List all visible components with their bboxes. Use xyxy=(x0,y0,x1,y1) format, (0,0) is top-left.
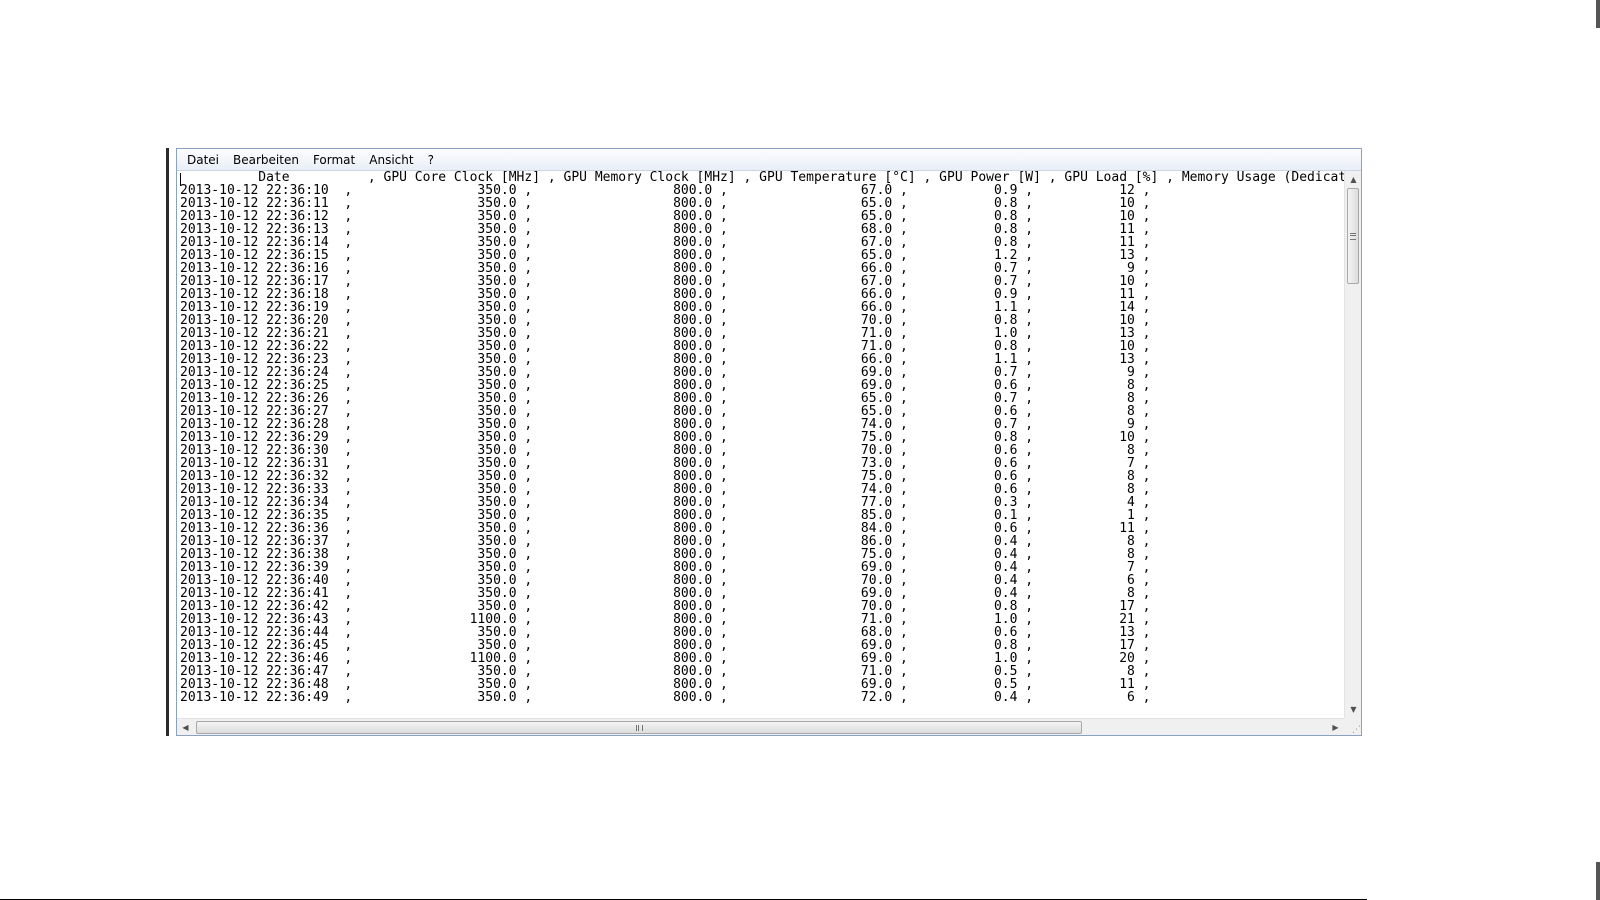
resize-grip-icon[interactable]: ⋰ xyxy=(1344,718,1361,735)
data-row: 2013-10-12 22:36:49 , 350.0 , 800.0 , 72… xyxy=(180,690,1151,705)
menu-ansicht[interactable]: Ansicht xyxy=(362,149,420,171)
edge-bar xyxy=(1596,862,1600,900)
notepad-window: Datei Bearbeiten Format Ansicht ? Date ,… xyxy=(176,148,1362,736)
menu-bar: Datei Bearbeiten Format Ansicht ? xyxy=(177,149,1361,171)
edge-bar xyxy=(1596,0,1600,28)
grip-icon xyxy=(1350,232,1356,240)
text-caret xyxy=(180,173,181,186)
scroll-right-arrow-icon[interactable]: ▶ xyxy=(1327,719,1344,736)
vertical-scroll-thumb[interactable] xyxy=(1347,188,1359,284)
menu-format[interactable]: Format xyxy=(306,149,362,171)
menu-datei[interactable]: Datei xyxy=(180,149,226,171)
vertical-scrollbar[interactable]: ▲ ▼ xyxy=(1344,171,1361,718)
grip-icon xyxy=(635,724,643,731)
menu-bearbeiten[interactable]: Bearbeiten xyxy=(226,149,306,171)
horizontal-scroll-thumb[interactable] xyxy=(196,721,1082,734)
scroll-left-arrow-icon[interactable]: ◀ xyxy=(177,719,194,736)
text-editor-area[interactable]: Date , GPU Core Clock [MHz] , GPU Memory… xyxy=(177,171,1344,718)
scroll-down-arrow-icon[interactable]: ▼ xyxy=(1345,701,1362,718)
background-window-edge xyxy=(166,148,169,736)
menu-help[interactable]: ? xyxy=(421,149,441,171)
scroll-up-arrow-icon[interactable]: ▲ xyxy=(1345,171,1362,188)
horizontal-scrollbar[interactable]: ◀ ▶ xyxy=(177,718,1344,735)
